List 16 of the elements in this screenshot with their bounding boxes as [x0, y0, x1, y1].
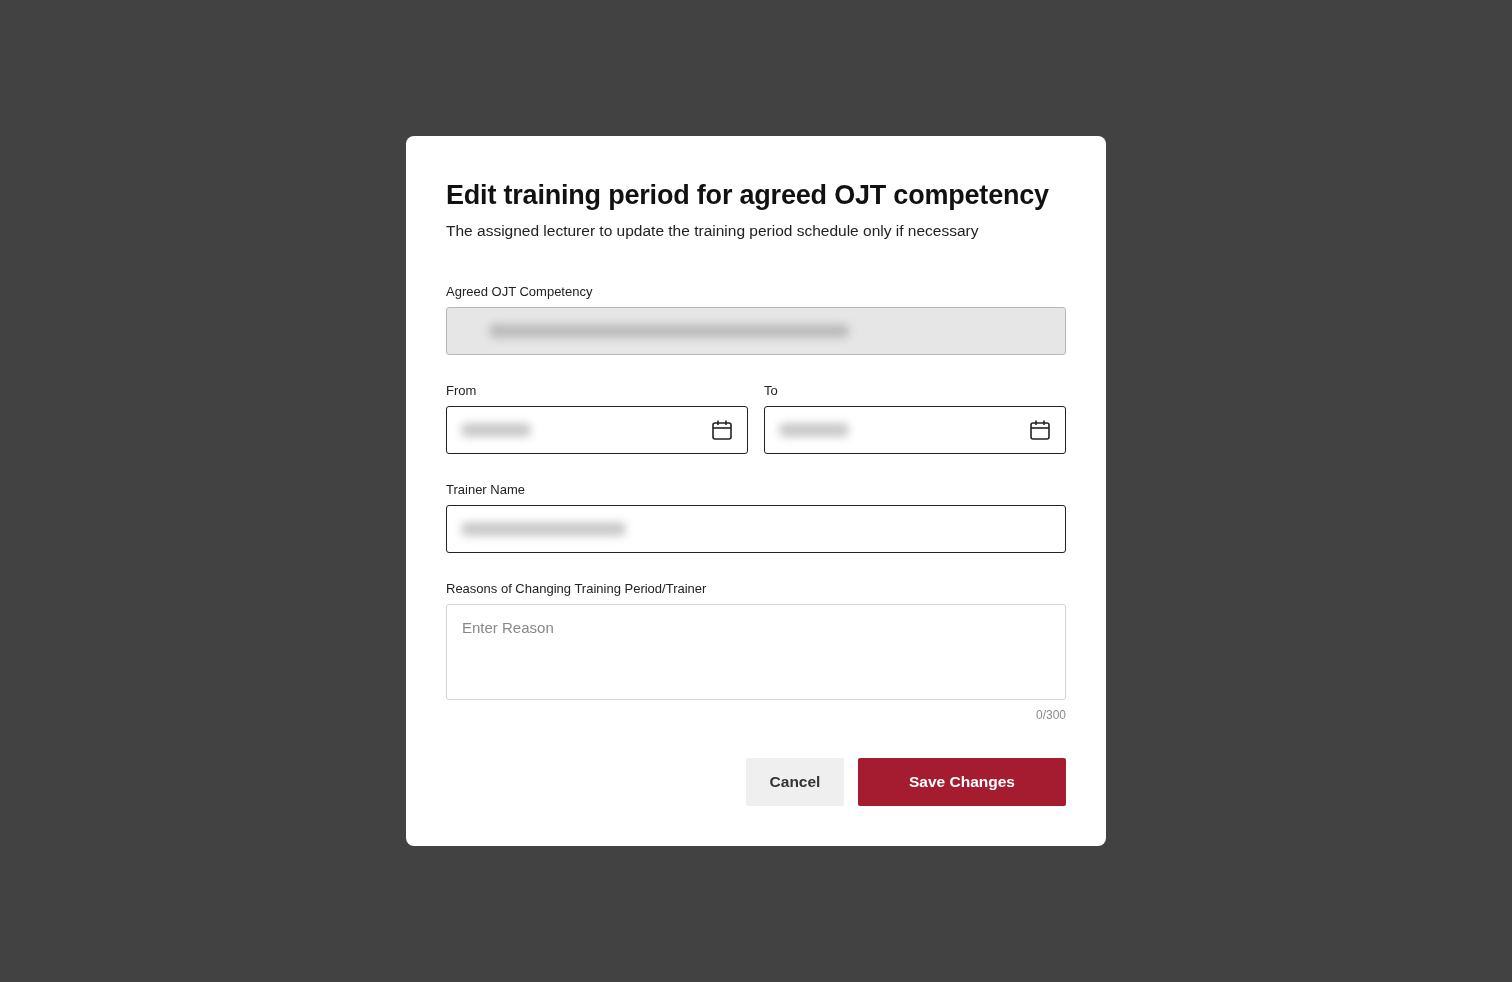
field-label: To	[764, 382, 779, 398]
field-label: Agreed OJT Competency	[446, 283, 594, 299]
reason-field[interactable]: Enter Reason	[446, 603, 1066, 700]
character-counter: 0/300	[1035, 707, 1066, 722]
calendar-icon[interactable]	[1029, 418, 1051, 441]
field-label: Trainer Name	[446, 481, 526, 497]
field-label: Reasons of Changing Training Period/Trainer	[446, 580, 708, 596]
date-field[interactable]	[764, 405, 1066, 454]
calendar-icon[interactable]	[711, 418, 733, 441]
cancel-button[interactable]: Cancel	[746, 757, 844, 806]
dialog-title: Edit training period for agreed OJT competency	[446, 178, 1050, 212]
input-field[interactable]	[446, 504, 1066, 553]
date-field[interactable]	[446, 405, 748, 454]
dialog-subtitle: The assigned lecturer to update the training period schedule only if necessary	[446, 221, 980, 240]
save-button[interactable]: Save Changes	[858, 757, 1066, 806]
field-label: From	[446, 382, 478, 398]
